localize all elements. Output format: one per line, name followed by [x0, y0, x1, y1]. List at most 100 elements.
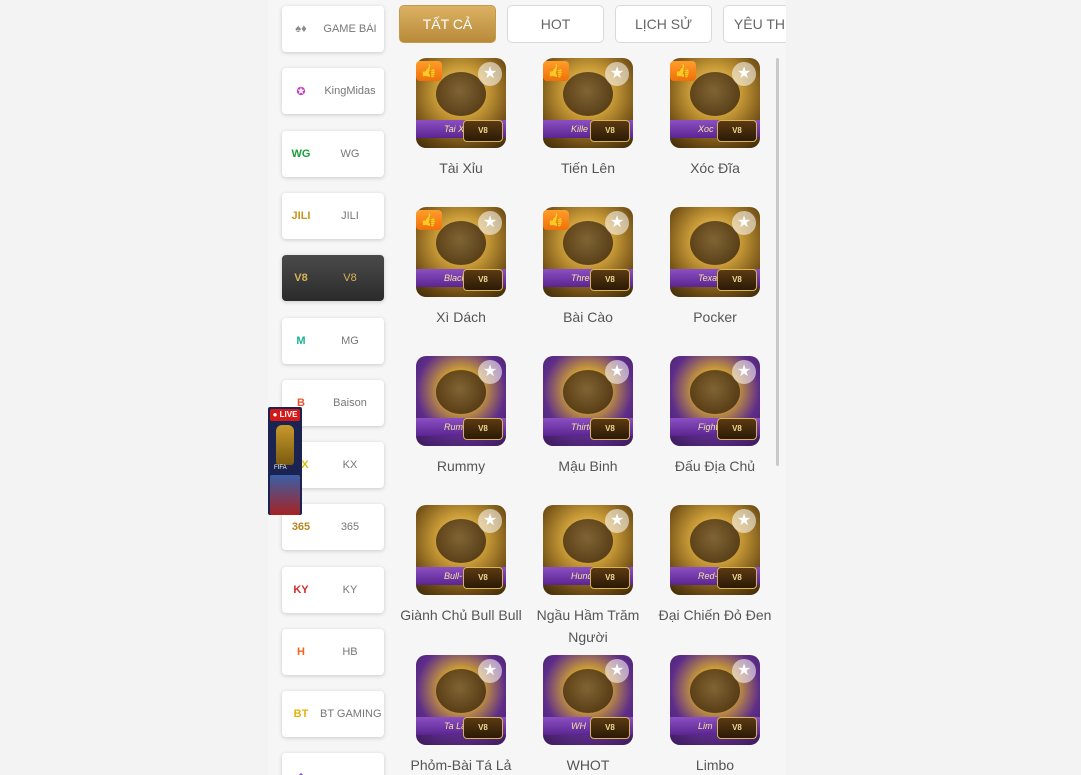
game-thumbnail[interactable]: Red-Bla V8 ★ — [670, 505, 760, 595]
game-card[interactable]: Fight the LanV8★Đấu Địa Chủ — [650, 356, 780, 477]
game-grid: Tai X V8 ★ 👍 Tài Xỉu Kille V8 ★ 👍 Tiến Lên Xoc V8 ★ 👍… — [399, 55, 771, 775]
thumbs-up-icon: 👍 — [416, 210, 442, 230]
game-card[interactable]: Lim V8 ★ Limbo — [650, 655, 780, 775]
game-name: Rummy — [436, 458, 486, 474]
provider-label: KingMidas — [324, 85, 376, 97]
game-thumbnail[interactable]: Lim V8 ★ — [670, 655, 760, 745]
provider-logo-icon: ♠♦ — [295, 23, 307, 35]
game-card[interactable]: Three V8 ★ 👍 Bài Cào — [523, 207, 653, 328]
provider-label: JILI — [341, 210, 359, 222]
brand-badge: V8 — [463, 567, 503, 589]
game-name: Phỏm-Bài Tá Lả — [410, 757, 512, 773]
star-icon[interactable]: ★ — [732, 211, 756, 235]
trophy-icon — [276, 425, 294, 465]
scrollbar[interactable] — [776, 58, 779, 466]
provider-item[interactable]: KY KY — [282, 567, 384, 613]
game-thumbnail[interactable]: Texas Hol PokV8★ — [670, 207, 760, 297]
provider-label: Baison — [333, 397, 367, 409]
game-card[interactable]: Tai X V8 ★ 👍 Tài Xỉu — [396, 58, 526, 179]
star-icon[interactable]: ★ — [732, 659, 756, 683]
provider-logo-icon: ✪ — [296, 85, 306, 98]
provider-logo-icon: H — [297, 646, 305, 658]
game-card[interactable]: Ta La- V8 ★ Phỏm-Bài Tá Lả — [396, 655, 526, 775]
brand-badge: V8 — [717, 418, 757, 440]
star-icon[interactable]: ★ — [732, 360, 756, 384]
provider-item[interactable]: M MG — [282, 318, 384, 364]
provider-item[interactable]: ◆ — [282, 753, 384, 775]
tab-1[interactable]: HOT — [507, 5, 604, 43]
brand-badge: V8 — [463, 418, 503, 440]
brand-badge: V8 — [590, 269, 630, 291]
star-icon[interactable]: ★ — [605, 659, 629, 683]
thumbs-up-icon: 👍 — [543, 61, 569, 81]
brand-badge: V8 — [590, 717, 630, 739]
game-card[interactable]: Thirteen V8 ★ Mậu Binh — [523, 356, 653, 477]
thumbs-up-icon: 👍 — [543, 210, 569, 230]
game-thumbnail[interactable]: Ta La- V8 ★ — [416, 655, 506, 745]
provider-item[interactable]: V8 V8 — [282, 255, 384, 301]
thumbs-up-icon: 👍 — [670, 61, 696, 81]
provider-logo-icon: M — [296, 335, 306, 347]
provider-item[interactable]: JILI JILI — [282, 193, 384, 239]
game-card[interactable]: Texas Hol PokV8★ Pocker — [650, 207, 780, 328]
brand-badge: V8 — [717, 567, 757, 589]
star-icon[interactable]: ★ — [605, 211, 629, 235]
game-card[interactable]: Red-Bla V8 ★ Đại Chiến Đỏ Đen — [650, 505, 780, 626]
game-card[interactable]: Xoc V8 ★ 👍 Xóc Đĩa — [650, 58, 780, 179]
game-name: WHOT — [566, 757, 610, 773]
star-icon[interactable]: ★ — [732, 509, 756, 533]
game-lobby: ♠♦ GAME BÀI ✪ KingMidas WG WG JILI JILI V8 V8 M MG B… — [268, 0, 786, 775]
provider-item[interactable]: WG WG — [282, 131, 384, 177]
game-name: Bài Cào — [563, 309, 613, 325]
thumbs-up-icon: 👍 — [416, 61, 442, 81]
provider-item[interactable]: ♠♦ GAME BÀI — [282, 6, 384, 52]
provider-logo-icon: BT — [293, 708, 309, 720]
game-card[interactable]: WH V8 ★ WHOT — [523, 655, 653, 775]
brand-badge: V8 — [463, 120, 503, 142]
provider-label: V8 — [343, 272, 357, 284]
tab-2[interactable]: LỊCH SỬ — [615, 5, 712, 43]
star-icon[interactable]: ★ — [605, 509, 629, 533]
game-name: Xì Dách — [436, 309, 486, 325]
brand-badge: V8 — [717, 120, 757, 142]
game-card[interactable]: Kille V8 ★ 👍 Tiến Lên — [523, 58, 653, 179]
provider-item[interactable]: ✪ KingMidas — [282, 68, 384, 114]
game-thumbnail[interactable]: Rum V8 ★ — [416, 356, 506, 446]
game-name: Pocker — [693, 309, 737, 325]
brand-badge: V8 — [717, 717, 757, 739]
star-icon[interactable]: ★ — [478, 211, 502, 235]
provider-label: KY — [342, 584, 358, 596]
brand-badge: V8 — [590, 418, 630, 440]
live-fifa-badge[interactable]: ● LIVE FIFA — [268, 407, 302, 515]
provider-label: HB — [342, 646, 358, 658]
game-card[interactable]: Hundreds Of BV8★Ngầu Hầm Trăm Người — [523, 505, 653, 648]
star-icon[interactable]: ★ — [478, 62, 502, 86]
game-thumbnail[interactable]: Bull- V8 ★ — [416, 505, 506, 595]
tab-3[interactable]: YÊU THÍCH — [723, 5, 786, 43]
game-thumbnail[interactable]: WH V8 ★ — [543, 655, 633, 745]
provider-logo-icon: JILI — [291, 210, 311, 222]
game-card[interactable]: Bull- V8 ★ Giành Chủ Bull Bull — [396, 505, 526, 626]
game-name: Limbo — [695, 757, 735, 773]
star-icon[interactable]: ★ — [478, 509, 502, 533]
game-card[interactable]: Rum V8 ★ Rummy — [396, 356, 526, 477]
game-thumbnail[interactable]: Thirteen V8 ★ — [543, 356, 633, 446]
game-name: Giành Chủ Bull Bull — [400, 607, 522, 623]
game-thumbnail[interactable]: Fight the LanV8★ — [670, 356, 760, 446]
provider-label: BT GAMING — [320, 708, 382, 720]
star-icon[interactable]: ★ — [478, 360, 502, 384]
star-icon[interactable]: ★ — [732, 62, 756, 86]
provider-logo-icon: KY — [293, 584, 309, 596]
provider-item[interactable]: BT BT GAMING — [282, 691, 384, 737]
star-icon[interactable]: ★ — [605, 62, 629, 86]
game-name: Đấu Địa Chủ — [674, 458, 756, 474]
star-icon[interactable]: ★ — [478, 659, 502, 683]
tab-0[interactable]: TẤT CẢ — [399, 5, 496, 43]
brand-badge: V8 — [463, 717, 503, 739]
star-icon[interactable]: ★ — [605, 360, 629, 384]
game-thumbnail[interactable]: Hundreds Of BV8★ — [543, 505, 633, 595]
game-card[interactable]: Black V8 ★ 👍 Xì Dách — [396, 207, 526, 328]
provider-logo-icon: WG — [291, 148, 311, 160]
provider-sidebar: ♠♦ GAME BÀI ✪ KingMidas WG WG JILI JILI V8 V8 M MG B… — [282, 0, 386, 775]
provider-item[interactable]: H HB — [282, 629, 384, 675]
